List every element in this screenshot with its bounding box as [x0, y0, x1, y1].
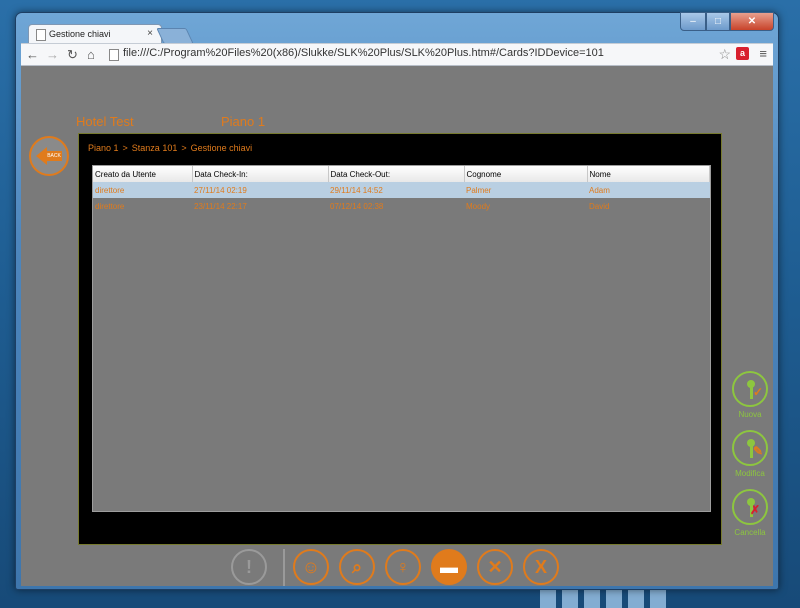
hotel-title: Hotel Test	[76, 114, 134, 129]
cell-surname: Moody	[466, 201, 491, 211]
reload-icon[interactable]: ↻	[67, 47, 78, 63]
delete-key-button[interactable]: ✗	[732, 489, 768, 525]
tools-icon[interactable]: ✕	[477, 549, 513, 585]
breadcrumb-current: Gestione chiavi	[190, 143, 253, 153]
bed-icon[interactable]: ▬	[431, 549, 467, 585]
page-icon	[36, 29, 46, 41]
key-icon[interactable]: ♀	[385, 549, 421, 585]
close-window-button[interactable]: ✕	[730, 12, 774, 31]
cell-name: Adam	[587, 182, 710, 198]
table-row[interactable]: direttore 23/11/14 22:17 07/12/14 02:38 …	[93, 198, 710, 214]
x-mark-icon: ✗	[750, 503, 761, 517]
checkmark-icon: ✓	[753, 385, 764, 399]
keys-table: Creato da Utente Data Check-In: Data Che…	[92, 165, 711, 512]
tab-close-icon[interactable]: ×	[147, 28, 153, 39]
back-label: BACK	[46, 151, 62, 161]
column-header-checkout[interactable]: Data Check-Out:	[328, 166, 465, 182]
search-icon[interactable]: ⌕	[339, 549, 375, 585]
app-viewport: Hotel Test Piano 1 BACK Piano 1 > Stanza 1…	[21, 66, 773, 586]
edit-key-action[interactable]: ✎ Modifica	[728, 430, 772, 478]
cell-name: David	[589, 201, 610, 211]
table-row[interactable]: direttore 27/11/14 02:19 29/11/14 14:52 …	[93, 182, 710, 198]
minimize-button[interactable]: –	[680, 12, 706, 31]
table-header-row: Creato da Utente Data Check-In: Data Che…	[93, 166, 710, 182]
cell-user: direttore	[95, 201, 125, 211]
main-panel: Piano 1 > Stanza 101 > Gestione chiavi Creat…	[78, 133, 722, 545]
cell-checkin: 23/11/14 22:17	[194, 201, 247, 211]
breadcrumb-separator: >	[122, 143, 128, 153]
new-key-button[interactable]: ✓	[732, 371, 768, 407]
forward-arrow-icon[interactable]: →	[46, 47, 59, 62]
cell-checkin: 27/11/14 02:19	[192, 182, 328, 198]
home-icon[interactable]: ⌂	[87, 47, 95, 62]
column-header-surname[interactable]: Cognome	[464, 166, 588, 182]
pencil-icon: ✎	[753, 444, 764, 458]
back-arrow-icon[interactable]: ←	[26, 47, 39, 62]
menu-icon[interactable]: ≡	[759, 46, 767, 61]
page-icon	[109, 49, 119, 61]
column-header-checkin[interactable]: Data Check-In:	[192, 166, 329, 182]
breadcrumb-floor[interactable]: Piano 1	[88, 143, 119, 153]
breadcrumb: Piano 1 > Stanza 101 > Gestione chiavi	[88, 143, 252, 153]
delete-key-action[interactable]: ✗ Cancella	[728, 489, 772, 537]
delete-key-label: Cancella	[734, 528, 766, 537]
breadcrumb-separator: >	[181, 143, 187, 153]
edit-key-label: Modifica	[735, 469, 765, 478]
guests-icon[interactable]: ☺	[293, 549, 329, 585]
new-key-label: Nuova	[738, 410, 762, 419]
browser-toolbar: ← → ↻ ⌂ file:///C:/Program%20Files%20(x8…	[21, 43, 773, 66]
star-icon[interactable]: ☆	[718, 46, 731, 63]
edit-key-button[interactable]: ✎	[732, 430, 768, 466]
breadcrumb-room[interactable]: Stanza 101	[132, 143, 178, 153]
cell-checkout: 29/11/14 14:52	[328, 182, 464, 198]
cell-user: direttore	[93, 182, 192, 198]
window-controls: – □ ✕	[680, 12, 774, 31]
new-key-action[interactable]: ✓ Nuova	[728, 371, 772, 419]
browser-window: – □ ✕ Gestione chiavi × ← → ↻ ⌂ file:///…	[15, 12, 779, 590]
new-tab-button[interactable]	[156, 28, 194, 44]
alert-icon[interactable]: !	[231, 549, 267, 585]
address-bar[interactable]: file:///C:/Program%20Files%20(x86)/Slukk…	[123, 47, 604, 59]
browser-tab[interactable]: Gestione chiavi ×	[28, 24, 162, 44]
exit-icon[interactable]: X	[523, 549, 559, 585]
maximize-button[interactable]: □	[706, 12, 730, 31]
tab-title: Gestione chiavi	[49, 29, 111, 39]
extension-icon[interactable]: a	[736, 47, 749, 60]
back-button[interactable]: BACK	[29, 136, 69, 176]
column-header-user[interactable]: Creato da Utente	[93, 166, 193, 182]
floor-title: Piano 1	[221, 114, 266, 129]
toolbar-divider	[283, 549, 285, 586]
cell-checkout: 07/12/14 02:38	[330, 201, 384, 211]
column-header-name[interactable]: Nome	[587, 166, 710, 182]
cell-surname: Palmer	[464, 182, 587, 198]
